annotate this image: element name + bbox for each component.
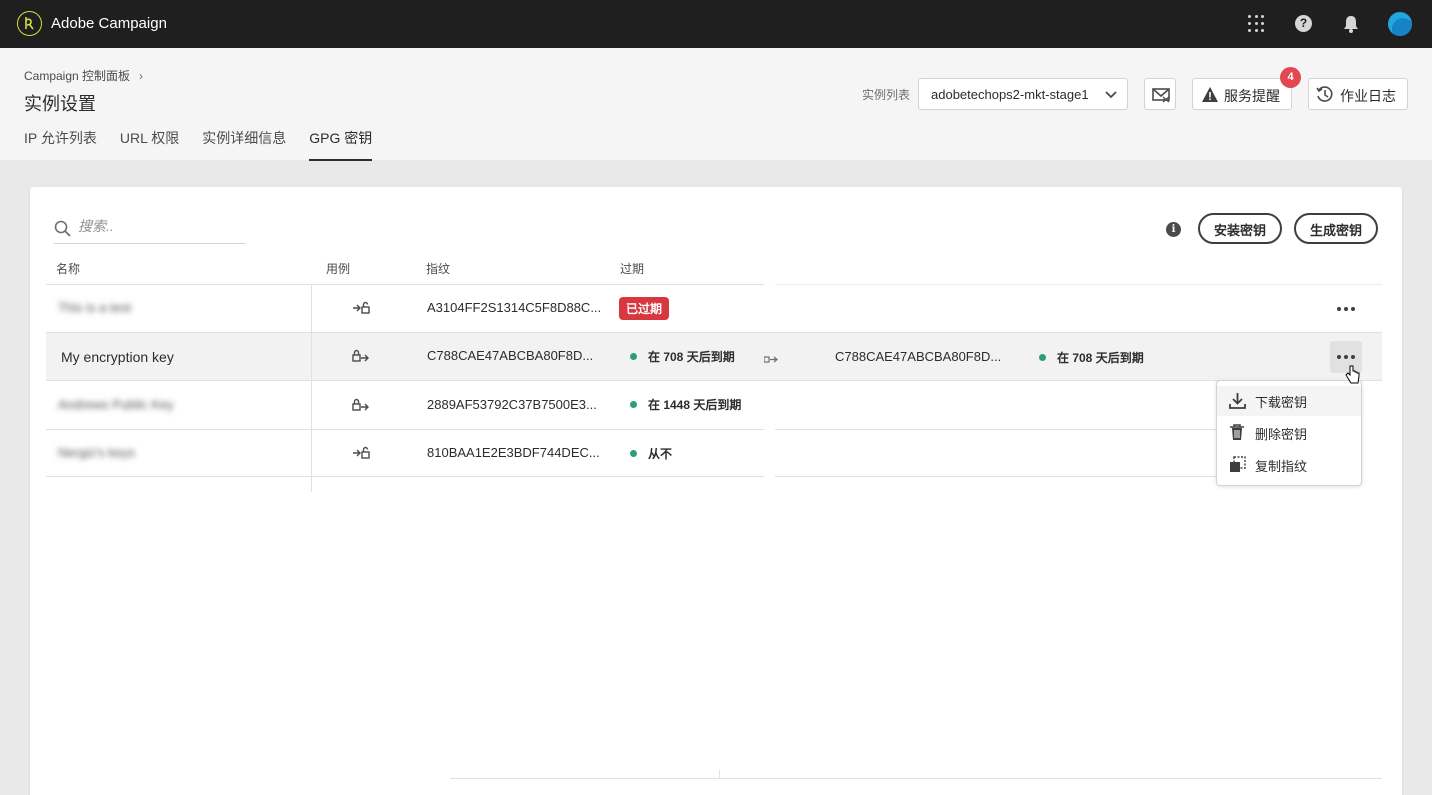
column-header-name[interactable]: 名称 <box>56 260 80 277</box>
column-header-usecase[interactable]: 用例 <box>326 260 350 277</box>
status-dot <box>1039 354 1046 361</box>
expiry-text: 在 708 天后到期 <box>1057 351 1144 365</box>
key-fingerprint: A3104FF2S1314C5F8D88C... <box>427 300 602 315</box>
page-header: Campaign 控制面板 › 实例设置 IP 允许列表 URL 权限 实例详细信… <box>0 48 1432 161</box>
table-row[interactable]: Nergiz's keys 810BAA1E2E3BDF744DEC... 从不 <box>46 430 1382 478</box>
apps-grid-icon[interactable] <box>1247 14 1267 34</box>
tab-instance-details[interactable]: 实例详细信息 <box>202 128 286 160</box>
row-actions-button[interactable] <box>1330 293 1362 325</box>
generate-key-button[interactable]: 生成密钥 <box>1294 213 1379 244</box>
job-log-label: 作业日志 <box>1340 88 1396 104</box>
page-title: 实例设置 <box>24 94 96 114</box>
service-alerts-label: 服务提醒 <box>1224 88 1280 104</box>
search-box[interactable] <box>54 214 246 244</box>
copy-icon <box>1230 456 1246 472</box>
table-row-selected[interactable]: My encryption key C788CAE47ABCBA80F8D...… <box>46 333 1382 381</box>
status-dot <box>630 450 637 457</box>
instance-list-label: 实例列表 <box>862 88 911 102</box>
info-icon[interactable]: i <box>1166 222 1181 237</box>
instance-select[interactable]: adobetechops2-mkt-stage1 <box>918 78 1128 110</box>
bell-icon[interactable] <box>1342 14 1362 34</box>
menu-item-download-key[interactable]: 下载密钥 <box>1217 386 1361 416</box>
status-dot <box>630 401 637 408</box>
menu-item-delete-key[interactable]: 删除密钥 <box>1217 418 1361 448</box>
job-log-button[interactable]: 作业日志 <box>1308 78 1408 110</box>
bottom-divider-tick <box>719 770 720 779</box>
mail-icon <box>1152 88 1170 103</box>
key-fingerprint: 810BAA1E2E3BDF744DEC... <box>427 445 600 460</box>
download-icon <box>1229 393 1246 409</box>
email-settings-button[interactable] <box>1144 78 1176 110</box>
row-divider-right <box>775 476 1218 477</box>
table-row[interactable]: This is a test A3104FF2S1314C5F8D88C... … <box>46 285 1382 333</box>
tab-url-permissions[interactable]: URL 权限 <box>120 128 179 160</box>
breadcrumb-link[interactable]: Campaign 控制面板 <box>24 69 130 83</box>
menu-item-label: 复制指纹 <box>1255 459 1308 474</box>
expiry-text: 从不 <box>648 447 673 461</box>
search-icon <box>54 220 71 237</box>
service-alerts-button[interactable]: 服务提醒 <box>1192 78 1292 110</box>
key-expiry: 在 708 天后到期 <box>630 348 735 365</box>
chevron-right-icon: › <box>139 69 144 83</box>
help-icon[interactable]: ? <box>1295 15 1312 32</box>
column-header-fingerprint[interactable]: 指纹 <box>426 260 450 277</box>
encrypt-usecase-icon <box>352 347 370 368</box>
table-row[interactable]: Andrews Public Key 2889AF53792C37B7500E3… <box>46 381 1382 429</box>
key-name: Nergiz's keys <box>58 445 135 460</box>
decrypt-usecase-icon <box>352 444 370 465</box>
chevron-down-icon <box>1105 86 1117 105</box>
key-name: Andrews Public Key <box>58 397 174 412</box>
encrypt-usecase-icon <box>352 396 370 417</box>
drag-fingerprint: C788CAE47ABCBA80F8D... <box>835 349 1002 364</box>
search-input[interactable] <box>78 218 238 234</box>
menu-item-label: 下载密钥 <box>1255 395 1308 410</box>
key-fingerprint: 2889AF53792C37B7500E3... <box>427 397 597 412</box>
adobe-campaign-logo-icon[interactable] <box>17 11 42 36</box>
menu-item-label: 删除密钥 <box>1255 427 1308 442</box>
breadcrumb[interactable]: Campaign 控制面板 › <box>24 67 143 84</box>
tab-gpg-keys[interactable]: GPG 密钥 <box>309 128 373 161</box>
status-dot <box>630 353 637 360</box>
column-divider <box>311 284 312 492</box>
top-bar: Adobe Campaign ? <box>0 0 1432 48</box>
key-fingerprint: C788CAE47ABCBA80F8D... <box>427 348 594 363</box>
alerts-count-badge: 4 <box>1280 67 1301 88</box>
decrypt-usecase-icon <box>352 299 370 320</box>
drag-encrypt-icon <box>763 351 778 368</box>
key-expiry: 在 1448 天后到期 <box>630 396 741 413</box>
key-name: This is a test <box>58 300 131 315</box>
warning-icon <box>1202 87 1218 102</box>
hand-cursor-icon <box>1345 365 1361 390</box>
key-expiry: 从不 <box>630 445 672 462</box>
instance-select-value: adobetechops2-mkt-stage1 <box>931 87 1089 102</box>
user-avatar[interactable] <box>1388 12 1412 36</box>
tab-ip-allowlist[interactable]: IP 允许列表 <box>24 128 97 160</box>
expiry-text: 在 708 天后到期 <box>648 350 735 364</box>
row-actions-menu: 下载密钥 删除密钥 复制指纹 <box>1216 380 1362 486</box>
column-header-expiry[interactable]: 过期 <box>620 260 644 277</box>
app-title[interactable]: Adobe Campaign <box>51 15 167 32</box>
row-divider <box>46 476 764 477</box>
key-name: My encryption key <box>61 349 174 365</box>
expiry-text: 在 1448 天后到期 <box>648 398 742 412</box>
trash-icon <box>1230 424 1244 440</box>
menu-item-copy-fingerprint[interactable]: 复制指纹 <box>1217 450 1361 480</box>
gpg-keys-card: i 安装密钥 生成密钥 名称 用例 指纹 过期 This is a test A… <box>30 187 1402 795</box>
bottom-divider <box>450 778 1382 779</box>
expired-status-badge: 已过期 <box>619 297 670 320</box>
install-key-button[interactable]: 安装密钥 <box>1198 213 1283 244</box>
tab-bar: IP 允许列表 URL 权限 实例详细信息 GPG 密钥 <box>24 128 395 161</box>
history-icon <box>1316 86 1333 102</box>
drag-expiry: 在 708 天后到期 <box>1039 349 1144 366</box>
